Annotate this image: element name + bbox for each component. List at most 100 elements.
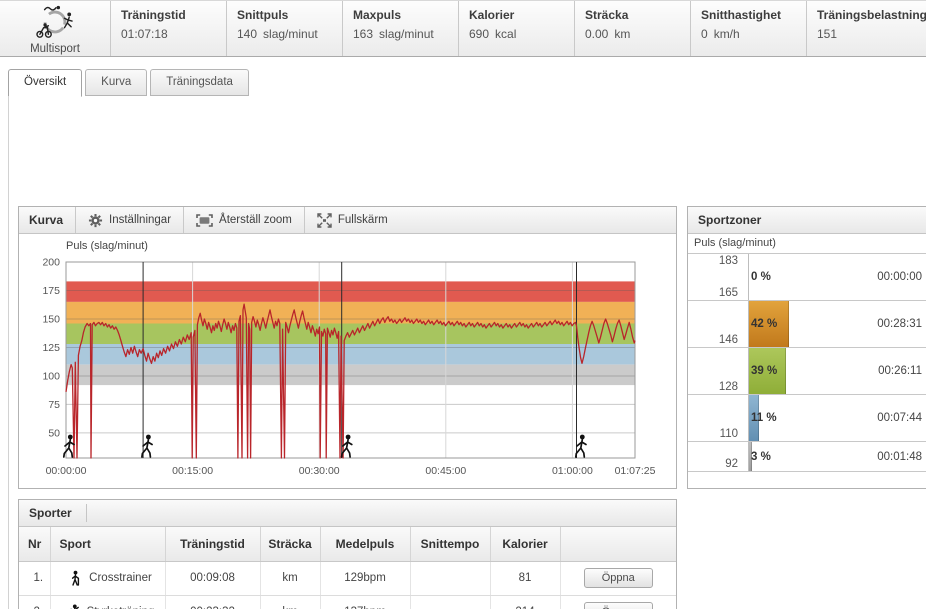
fullscreen-icon bbox=[317, 212, 332, 228]
tab-kurva[interactable]: Kurva bbox=[85, 69, 148, 96]
x-axis-tick: 00:45:00 bbox=[425, 465, 466, 477]
summary-stat-tr-ningsbelastning: Träningsbelastning 151 bbox=[806, 1, 926, 56]
button-label: Fullskärm bbox=[337, 214, 388, 226]
zone-lower-limit: 128 bbox=[718, 381, 738, 393]
sportzone-row: 92 3 % 00:01:48 bbox=[688, 442, 926, 472]
sport-nr: 1. bbox=[19, 561, 51, 596]
zone-percent: 42 % bbox=[751, 318, 778, 330]
sports-table: Nr Sport Träningstid Sträcka Medelpuls Snitte… bbox=[19, 527, 676, 609]
zone-lower-limit: 165 bbox=[718, 287, 738, 299]
zone-percent: 11 % bbox=[751, 412, 777, 424]
zone-lower-limit: 146 bbox=[718, 334, 738, 346]
stat-value: 0.00 km bbox=[585, 27, 631, 41]
stat-value: 690 kcal bbox=[469, 27, 517, 41]
sport-marker-icon bbox=[574, 434, 587, 458]
terst-ll-zoom-button[interactable]: Återställ zoom bbox=[183, 207, 304, 233]
stat-value: 163 slag/minut bbox=[353, 27, 434, 41]
sportzone-row: 183 165 0 % 00:00:00 bbox=[688, 254, 926, 301]
stat-label: Snitthastighet bbox=[701, 8, 781, 22]
sports-panel-header: Sporter bbox=[19, 500, 676, 527]
tab-bar: Översikt Kurva Träningsdata bbox=[8, 69, 252, 97]
tab-versikt[interactable]: Översikt bbox=[8, 69, 83, 97]
sport-distance: km bbox=[260, 595, 321, 609]
sport-distance: km bbox=[260, 561, 321, 596]
sport-name: Crosstrainer bbox=[89, 572, 152, 584]
sport-name-cell: Styrketräning bbox=[50, 595, 166, 609]
summary-stat-maxpuls: Maxpuls 163 slag/minut bbox=[342, 1, 458, 56]
stat-label: Träningstid bbox=[121, 8, 186, 22]
summary-stat-snitthastighet: Snitthastighet 0 km/h bbox=[690, 1, 806, 56]
sport-actions: Öppna bbox=[560, 561, 676, 596]
button-label: Återställ zoom bbox=[219, 214, 292, 226]
chart-title: Puls (slag/minut) bbox=[66, 240, 148, 252]
sport-nr: 2. bbox=[19, 595, 51, 609]
x-axis-tick: 00:00:00 bbox=[46, 465, 87, 477]
sport-row: 2.Styrketräning00:23:32km137bpm 214 Öppna bbox=[19, 595, 676, 609]
open-sport-button[interactable]: Öppna bbox=[583, 602, 653, 609]
x-axis-tick: 01:00:00 bbox=[552, 465, 593, 477]
training-analysis-app: Multisport Träningstid 01:07:18 Snittpuls 1… bbox=[0, 0, 926, 609]
stat-label: Träningsbelastning bbox=[817, 8, 926, 22]
sport-pace bbox=[410, 561, 491, 596]
stat-value: 0 km/h bbox=[701, 27, 740, 41]
hr-zone-band bbox=[66, 301, 635, 324]
y-axis-tick: 200 bbox=[42, 257, 60, 269]
zone-percent: 39 % bbox=[751, 365, 778, 377]
summary-stat-tr-ningstid: Träningstid 01:07:18 bbox=[110, 1, 226, 56]
zone-lower-limit: 92 bbox=[725, 458, 738, 470]
curve-panel: Kurva Inställningar Återställ zoom Fullskä… bbox=[18, 206, 677, 489]
open-sport-button[interactable]: Öppna bbox=[583, 568, 653, 588]
sportzones-title: Sportzoner bbox=[688, 207, 926, 234]
stat-label: Snittpuls bbox=[237, 8, 289, 22]
sport-actions: Öppna bbox=[560, 595, 676, 609]
zone-percent: 3 % bbox=[751, 450, 771, 463]
gear-icon bbox=[88, 213, 103, 228]
zone-time: 00:00:00 bbox=[877, 271, 922, 283]
zone-time: 00:07:44 bbox=[877, 412, 922, 424]
y-axis-tick: 75 bbox=[48, 399, 60, 411]
curve-toolbar: Kurva Inställningar Återställ zoom Fullskä… bbox=[19, 207, 676, 234]
sport-calories: 214 bbox=[490, 595, 561, 609]
sport-duration: 00:23:32 bbox=[165, 595, 261, 609]
curve-panel-title: Kurva bbox=[29, 213, 64, 227]
tab-tr-ningsdata[interactable]: Träningsdata bbox=[150, 69, 249, 96]
column-header-actions bbox=[560, 527, 676, 562]
column-header-snittempo: Snittempo bbox=[410, 527, 491, 562]
stat-label: Maxpuls bbox=[353, 8, 402, 22]
y-axis-tick: 50 bbox=[48, 427, 60, 439]
activity-type: Multisport bbox=[0, 1, 110, 56]
sport-calories: 81 bbox=[490, 561, 561, 596]
zone-time: 00:28:31 bbox=[877, 318, 922, 330]
summary-bar: Multisport Träningstid 01:07:18 Snittpuls 1… bbox=[0, 0, 926, 57]
sport-pace bbox=[410, 595, 491, 609]
hr-zone-band bbox=[66, 281, 635, 302]
inst-llningar-button[interactable]: Inställningar bbox=[75, 207, 183, 233]
x-axis-tick: 01:07:25 bbox=[615, 465, 656, 477]
zone-axis-line bbox=[748, 254, 749, 300]
sport-avg-hr: 137bpm bbox=[320, 595, 411, 609]
column-header-kalorier: Kalorier bbox=[490, 527, 561, 562]
activity-label: Multisport bbox=[30, 43, 80, 55]
reset-zoom-icon bbox=[196, 213, 213, 227]
zone-time: 00:01:48 bbox=[877, 450, 922, 463]
y-axis-tick: 175 bbox=[42, 285, 60, 297]
zone-upper-limit: 183 bbox=[718, 255, 738, 267]
summary-stat-snittpuls: Snittpuls 140 slag/minut bbox=[226, 1, 342, 56]
sportzone-row: 146 42 % 00:28:31 bbox=[688, 301, 926, 348]
stat-label: Kalorier bbox=[469, 8, 515, 22]
column-header-str-cka: Sträcka bbox=[260, 527, 321, 562]
sport-name-cell: Crosstrainer bbox=[50, 561, 166, 596]
button-label: Inställningar bbox=[109, 214, 172, 226]
crosstrainer-icon bbox=[68, 570, 84, 586]
x-axis-tick: 00:30:00 bbox=[299, 465, 340, 477]
heart-rate-chart-svg[interactable]: Puls (slag/minut) 200 175 150 125 100 75 50 00:0… bbox=[19, 234, 676, 487]
sportzone-row: 128 39 % 00:26:11 bbox=[688, 348, 926, 395]
sportzones-panel: Sportzoner Puls (slag/minut) 183 165 0 % 00… bbox=[687, 206, 926, 489]
fullsk-rm-button[interactable]: Fullskärm bbox=[303, 207, 400, 233]
column-header-medelpuls: Medelpuls bbox=[320, 527, 411, 562]
heart-rate-chart[interactable]: Puls (slag/minut) 200 175 150 125 100 75 50 00:0… bbox=[19, 234, 676, 492]
y-axis-tick: 150 bbox=[42, 314, 60, 326]
hr-zone-band bbox=[66, 364, 635, 386]
sportzone-row: 110 11 % 00:07:44 bbox=[688, 395, 926, 442]
summary-stat-str-cka: Sträcka 0.00 km bbox=[574, 1, 690, 56]
